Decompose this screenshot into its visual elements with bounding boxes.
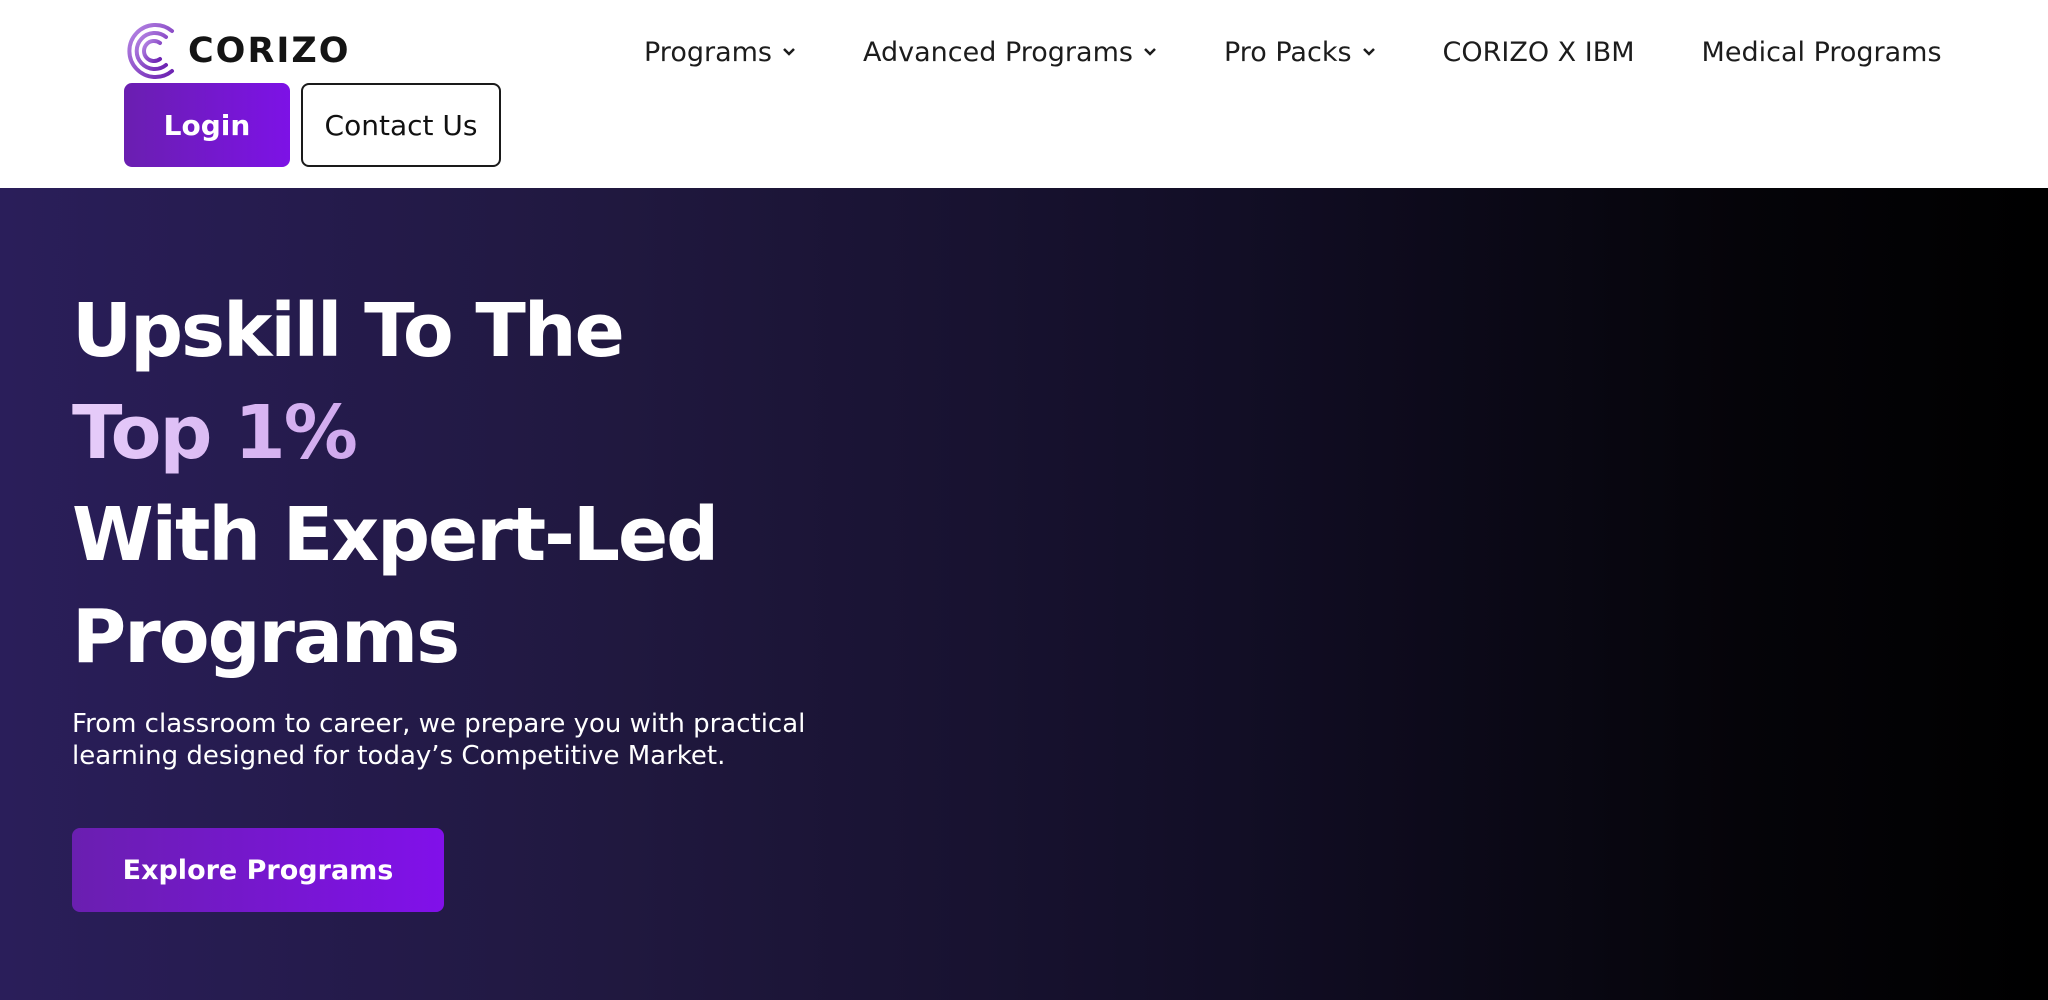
brand-name: CORIZO xyxy=(188,31,351,71)
site-header: CORIZO Programs Advanced Programs Pro Pa… xyxy=(0,0,2048,188)
hero-subtitle: From classroom to career, we prepare you… xyxy=(72,708,805,772)
nav-item-pro-packs[interactable]: Pro Packs xyxy=(1224,37,1376,68)
hero-title-line: With Expert-Led xyxy=(72,492,719,578)
corizo-logo-icon xyxy=(127,23,174,79)
nav-item-programs[interactable]: Programs xyxy=(644,37,796,68)
hero-title-line: Programs xyxy=(72,594,460,680)
nav-item-advanced-programs[interactable]: Advanced Programs xyxy=(863,37,1157,68)
chevron-down-icon xyxy=(1362,48,1375,56)
explore-programs-button[interactable]: Explore Programs xyxy=(72,828,444,912)
nav-item-medical-programs[interactable]: Medical Programs xyxy=(1702,37,1942,68)
nav-item-label: Advanced Programs xyxy=(863,36,1133,68)
hero-title-line: Upskill To The xyxy=(72,288,625,374)
chevron-down-icon xyxy=(1144,48,1156,56)
chevron-down-icon xyxy=(783,48,795,56)
nav-item-corizo-x-ibm[interactable]: CORIZO X IBM xyxy=(1443,37,1635,68)
hero-title-highlight: Top 1% xyxy=(72,382,717,484)
corizo-logo[interactable]: CORIZO xyxy=(122,18,351,84)
contact-us-button[interactable]: Contact Us xyxy=(301,83,501,167)
nav-item-label: Pro Packs xyxy=(1223,36,1352,68)
nav-item-label: CORIZO X IBM xyxy=(1442,36,1635,68)
main-nav: Programs Advanced Programs Pro Packs COR… xyxy=(644,30,1942,74)
hero-subtitle-line: learning designed for today’s Competitiv… xyxy=(72,741,726,771)
hero-section: Upskill To The Top 1% With Expert-Led Pr… xyxy=(0,188,2048,1000)
nav-item-label: Medical Programs xyxy=(1701,36,1942,68)
hero-title: Upskill To The Top 1% With Expert-Led Pr… xyxy=(72,280,719,688)
login-button[interactable]: Login xyxy=(124,83,290,167)
hero-subtitle-line: From classroom to career, we prepare you… xyxy=(72,709,806,739)
nav-item-label: Programs xyxy=(644,36,772,68)
